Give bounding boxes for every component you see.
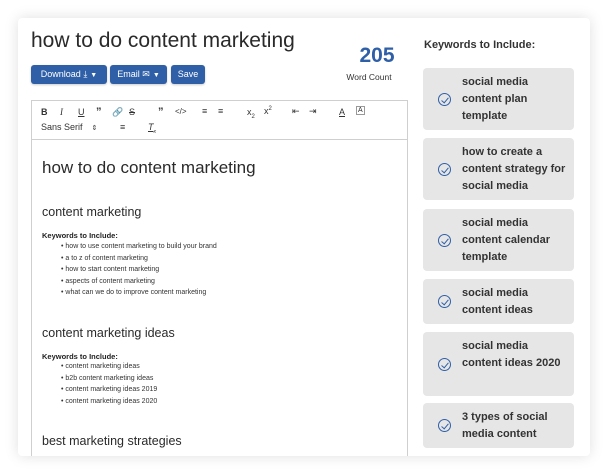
keyword-text: social media content plan template	[462, 76, 529, 122]
list-item: how to start content marketing	[61, 266, 159, 273]
keyword-text: social media content ideas	[462, 287, 533, 316]
keyword-card[interactable]: social media content plan template	[423, 68, 574, 130]
section-heading: best marketing strategies	[42, 434, 182, 448]
keywords-label: Keywords to Include:	[42, 231, 118, 240]
check-circle-icon	[438, 163, 451, 176]
list-item: how to use content marketing to build yo…	[61, 243, 216, 250]
blockquote-icon[interactable]: ”	[158, 106, 164, 118]
download-button[interactable]: Download ⤓ ▼	[31, 65, 107, 84]
content-heading-1: how to do content marketing	[42, 158, 256, 177]
chevron-down-icon: ▼	[152, 72, 160, 79]
keyword-card[interactable]: social media content calendar template	[423, 209, 574, 271]
underline-icon[interactable]: U	[78, 107, 85, 117]
email-button[interactable]: Email ✉ ▼	[110, 65, 167, 84]
quote-icon[interactable]: ”	[96, 106, 102, 118]
ordered-list-icon[interactable]: ≡	[202, 106, 207, 116]
keywords-panel-title: Keywords to Include:	[424, 39, 536, 51]
check-circle-icon	[438, 358, 451, 371]
check-circle-icon	[438, 234, 451, 247]
subscript-icon[interactable]: x2	[247, 107, 255, 120]
document-title: how to do content marketing	[31, 29, 295, 52]
check-circle-icon	[438, 93, 451, 106]
strikethrough-icon[interactable]: S	[129, 107, 135, 117]
list-item: content marketing ideas 2020	[61, 398, 157, 405]
align-icon[interactable]: ≡	[120, 122, 125, 132]
word-count-value: 205	[359, 44, 395, 67]
select-arrows-icon: ⇕	[91, 125, 98, 132]
section-heading: content marketing	[42, 205, 142, 219]
background-color-icon[interactable]: A	[356, 106, 365, 115]
clear-format-icon[interactable]: Tx	[148, 122, 156, 135]
keywords-label: Keywords to Include:	[42, 352, 118, 361]
rich-text-editor[interactable]: B I U ” 🔗 S ” </> ≡ ≡ x2 x2 ⇤ ⇥ A A Sans…	[31, 100, 408, 456]
check-circle-icon	[438, 419, 451, 432]
font-family-value: Sans Serif	[41, 122, 83, 132]
download-icon: ⤓	[83, 69, 88, 79]
list-item: b2b content marketing ideas	[61, 375, 153, 382]
chevron-down-icon: ▼	[90, 72, 98, 79]
keyword-card[interactable]: social media content ideas	[423, 279, 574, 324]
bullet-list-icon[interactable]: ≡	[218, 106, 223, 116]
keyword-text: 3 types of social media content	[462, 411, 548, 440]
keyword-card[interactable]: social media content ideas 2020	[423, 332, 574, 396]
list-item: content marketing ideas	[61, 363, 139, 370]
bold-icon[interactable]: B	[41, 107, 48, 117]
word-count-label: Word Count	[346, 72, 392, 82]
font-family-select[interactable]: Sans Serif ⇕	[41, 122, 97, 132]
section-heading: content marketing ideas	[42, 326, 175, 340]
list-item: content marketing ideas 2019	[61, 386, 157, 393]
code-icon[interactable]: </>	[175, 107, 187, 116]
keyword-card[interactable]: 3 types of social media content	[423, 403, 574, 448]
superscript-icon[interactable]: x2	[264, 106, 272, 116]
download-label: Download	[40, 69, 81, 79]
envelope-icon: ✉	[142, 69, 150, 79]
keyword-card[interactable]: how to create a content strategy for soc…	[423, 138, 574, 200]
outdent-icon[interactable]: ⇤	[292, 106, 300, 117]
list-item: aspects of content marketing	[61, 278, 155, 285]
list-item: a to z of content marketing	[61, 255, 148, 262]
text-color-icon[interactable]: A	[339, 107, 345, 117]
keyword-text: how to create a content strategy for soc…	[462, 146, 566, 192]
keyword-text: social media content ideas 2020	[462, 340, 561, 369]
keyword-text: social media content calendar template	[462, 217, 551, 263]
save-button[interactable]: Save	[171, 65, 205, 84]
check-circle-icon	[438, 295, 451, 308]
editor-card: how to do content marketing Download ⤓ ▼ …	[18, 18, 590, 456]
indent-icon[interactable]: ⇥	[309, 106, 317, 117]
italic-icon[interactable]: I	[60, 107, 63, 117]
link-icon[interactable]: 🔗	[112, 107, 123, 118]
email-label: Email	[117, 69, 140, 79]
editor-toolbar: B I U ” 🔗 S ” </> ≡ ≡ x2 x2 ⇤ ⇥ A A Sans…	[32, 101, 407, 140]
list-item: what can we do to improve content market…	[61, 289, 206, 296]
